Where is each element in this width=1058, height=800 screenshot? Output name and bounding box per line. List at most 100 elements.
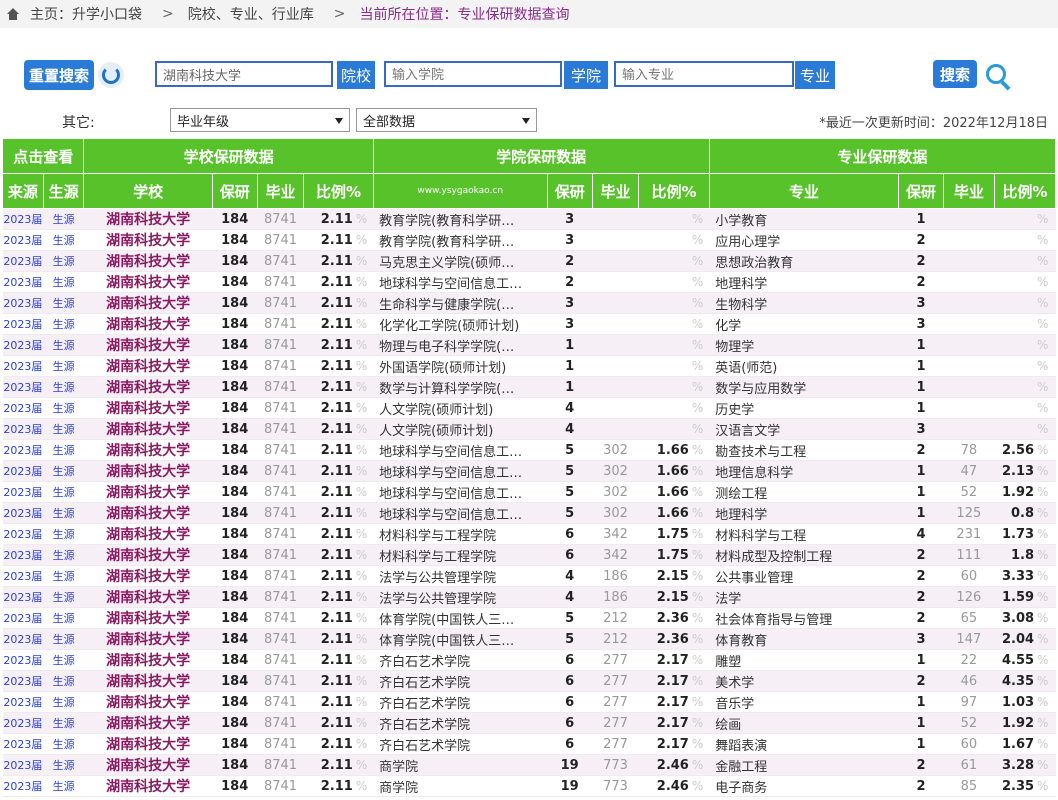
- row-origin-link[interactable]: 生源: [43, 313, 84, 335]
- row-source-link[interactable]: 2023届: [2, 460, 44, 482]
- row-source-link[interactable]: 2023届: [2, 670, 44, 692]
- row-origin-link[interactable]: 生源: [43, 439, 84, 461]
- row-source-link[interactable]: 2023届: [2, 418, 44, 440]
- row-source-link[interactable]: 2023届: [2, 376, 44, 398]
- row-origin-link[interactable]: 生源: [43, 733, 84, 755]
- row-percent-sign: %: [354, 376, 374, 398]
- major-input[interactable]: [614, 61, 794, 87]
- row-major-baoyan: 1: [898, 691, 944, 713]
- row-college-ratio: 2.17: [638, 733, 691, 755]
- breadcrumb-library-link[interactable]: 院校、专业、行业库: [188, 4, 314, 24]
- row-origin-link[interactable]: 生源: [43, 754, 84, 776]
- school-input[interactable]: [155, 61, 333, 87]
- row-origin-link[interactable]: 生源: [43, 418, 84, 440]
- row-percent-sign: %: [354, 271, 374, 293]
- row-origin-link[interactable]: 生源: [43, 208, 84, 230]
- col-header-major-ratio[interactable]: 比例%: [993, 173, 1057, 209]
- row-origin-link[interactable]: 生源: [43, 544, 84, 566]
- row-origin-link[interactable]: 生源: [43, 691, 84, 713]
- row-origin-link[interactable]: 生源: [43, 271, 84, 293]
- col-header-origin[interactable]: 生源: [42, 173, 85, 209]
- row-source-link[interactable]: 2023届: [2, 691, 44, 713]
- col-header-school-grad[interactable]: 毕业: [256, 173, 305, 209]
- row-source-link[interactable]: 2023届: [2, 775, 44, 797]
- row-source-link[interactable]: 2023届: [2, 586, 44, 608]
- row-source-link[interactable]: 2023届: [2, 334, 44, 356]
- row-source-link[interactable]: 2023届: [2, 754, 44, 776]
- search-button[interactable]: 搜索: [933, 60, 977, 88]
- row-origin-link[interactable]: 生源: [43, 523, 84, 545]
- reset-search-button[interactable]: 重置搜索: [24, 60, 94, 90]
- row-college-name: 生命科学与健康学院(…: [373, 292, 548, 314]
- row-origin-link[interactable]: 生源: [43, 376, 84, 398]
- col-header-source[interactable]: 来源: [2, 173, 44, 209]
- col-header-school[interactable]: 学校: [83, 173, 213, 209]
- row-origin-link[interactable]: 生源: [43, 460, 84, 482]
- graduation-year-select[interactable]: 毕业年级: [170, 108, 350, 132]
- row-school-name: 湖南科技大学: [83, 565, 213, 587]
- row-school-baoyan: 184: [212, 691, 258, 713]
- row-origin-link[interactable]: 生源: [43, 565, 84, 587]
- row-source-link[interactable]: 2023届: [2, 292, 44, 314]
- col-header-college-grad[interactable]: 毕业: [591, 173, 640, 209]
- row-source-link[interactable]: 2023届: [2, 628, 44, 650]
- college-label-button[interactable]: 学院: [564, 61, 608, 89]
- refresh-icon[interactable]: [98, 62, 124, 88]
- row-origin-link[interactable]: 生源: [43, 628, 84, 650]
- row-school-name: 湖南科技大学: [83, 229, 213, 251]
- school-label-button[interactable]: 院校: [337, 61, 375, 89]
- row-origin-link[interactable]: 生源: [43, 250, 84, 272]
- row-origin-link[interactable]: 生源: [43, 397, 84, 419]
- row-origin-link[interactable]: 生源: [43, 229, 84, 251]
- col-header-college-ratio[interactable]: 比例%: [638, 173, 710, 209]
- row-source-link[interactable]: 2023届: [2, 439, 44, 461]
- col-header-school-baoyan[interactable]: 保研: [211, 173, 258, 209]
- row-origin-link[interactable]: 生源: [43, 334, 84, 356]
- row-origin-link[interactable]: 生源: [43, 586, 84, 608]
- row-source-link[interactable]: 2023届: [2, 712, 44, 734]
- row-source-link[interactable]: 2023届: [2, 229, 44, 251]
- row-major-grad: [943, 208, 995, 230]
- col-header-major[interactable]: 专业: [708, 173, 900, 209]
- major-label-button[interactable]: 专业: [795, 61, 835, 89]
- col-header-major-grad[interactable]: 毕业: [942, 173, 995, 209]
- row-source-link[interactable]: 2023届: [2, 523, 44, 545]
- col-header-school-ratio[interactable]: 比例%: [303, 173, 374, 209]
- home-icon[interactable]: [6, 8, 20, 20]
- row-source-link[interactable]: 2023届: [2, 355, 44, 377]
- row-source-link[interactable]: 2023届: [2, 649, 44, 671]
- row-source-link[interactable]: 2023届: [2, 544, 44, 566]
- row-percent-sign: %: [1036, 460, 1056, 482]
- row-major-baoyan: 3: [898, 313, 944, 335]
- row-college-grad: [592, 334, 639, 356]
- row-origin-link[interactable]: 生源: [43, 649, 84, 671]
- row-source-link[interactable]: 2023届: [2, 607, 44, 629]
- row-source-link[interactable]: 2023届: [2, 565, 44, 587]
- row-percent-sign: %: [354, 334, 374, 356]
- row-source-link[interactable]: 2023届: [2, 502, 44, 524]
- search-icon[interactable]: [984, 62, 1016, 91]
- row-origin-link[interactable]: 生源: [43, 481, 84, 503]
- row-college-grad: 302: [592, 460, 639, 482]
- col-header-major-baoyan[interactable]: 保研: [898, 173, 944, 209]
- row-origin-link[interactable]: 生源: [43, 292, 84, 314]
- row-source-link[interactable]: 2023届: [2, 208, 44, 230]
- row-origin-link[interactable]: 生源: [43, 502, 84, 524]
- breadcrumb-home-link[interactable]: 主页：升学小口袋: [30, 4, 142, 24]
- row-source-link[interactable]: 2023届: [2, 250, 44, 272]
- row-source-link[interactable]: 2023届: [2, 733, 44, 755]
- row-origin-link[interactable]: 生源: [43, 355, 84, 377]
- row-school-grad: 8741: [257, 691, 304, 713]
- col-header-college-baoyan[interactable]: 保研: [546, 173, 593, 209]
- row-origin-link[interactable]: 生源: [43, 775, 84, 797]
- row-origin-link[interactable]: 生源: [43, 607, 84, 629]
- college-input[interactable]: [384, 61, 562, 87]
- row-source-link[interactable]: 2023届: [2, 313, 44, 335]
- row-college-baoyan: 1: [547, 334, 593, 356]
- row-source-link[interactable]: 2023届: [2, 271, 44, 293]
- row-origin-link[interactable]: 生源: [43, 712, 84, 734]
- row-origin-link[interactable]: 生源: [43, 670, 84, 692]
- row-source-link[interactable]: 2023届: [2, 481, 44, 503]
- row-source-link[interactable]: 2023届: [2, 397, 44, 419]
- data-scope-select[interactable]: 全部数据: [356, 108, 537, 132]
